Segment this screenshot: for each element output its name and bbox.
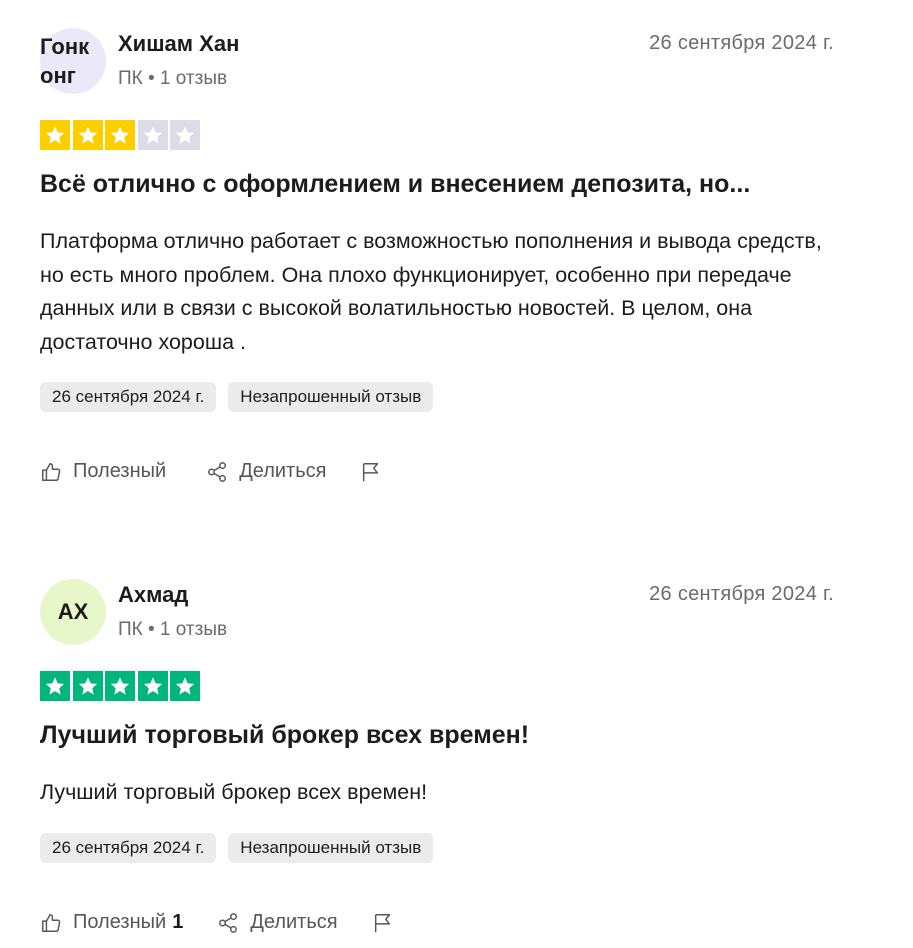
review-body: Платформа отлично работает с возможность…: [40, 229, 822, 354]
avatar-initials: AX: [57, 599, 89, 624]
flag-icon: [374, 913, 390, 932]
share-label: Делиться: [250, 911, 338, 933]
avatar[interactable]: AX: [40, 579, 106, 645]
review-actions: Полезный Делиться: [40, 460, 427, 483]
report-button[interactable]: [360, 461, 393, 483]
share-label: Делиться: [239, 460, 327, 482]
tag-date: 26 сентября 2024 г.: [40, 833, 217, 863]
review-tags: 26 сентября 2024 г. Незапрошенный отзыв: [40, 382, 434, 412]
helpful-label: Полезный: [73, 460, 167, 482]
review-title[interactable]: Лучший торговый брокер всех времен!: [40, 721, 529, 750]
reviewer-meta: ПК • 1 отзыв: [118, 619, 228, 640]
star-icon: [105, 120, 135, 150]
avatar-initials: Гонк онг: [40, 34, 90, 88]
star-icon: [40, 671, 70, 701]
helpful-count: 1: [172, 911, 184, 933]
review-body: Лучший торговый брокер всех времен!: [40, 780, 428, 804]
share-button[interactable]: Делиться: [217, 911, 338, 934]
star-icon: [72, 671, 103, 701]
helpful-label: Полезный: [73, 911, 167, 933]
reviewer-name[interactable]: Хишам Хан: [118, 31, 239, 57]
helpful-button[interactable]: Полезный 1: [40, 911, 183, 934]
review-tags: 26 сентября 2024 г. Незапрошенный отзыв: [40, 833, 434, 863]
avatar[interactable]: Гонк онг: [40, 28, 106, 94]
tag-unsolicited[interactable]: Незапрошенный отзыв: [228, 382, 434, 412]
star-icon: [170, 671, 200, 701]
star-rating: [40, 120, 203, 150]
review-date: 26 сентября 2024 г.: [649, 32, 834, 54]
review-date: 26 сентября 2024 г.: [649, 583, 834, 605]
share-button[interactable]: Делиться: [206, 460, 326, 483]
review-actions: Полезный 1 Делиться: [40, 911, 439, 934]
reviewer-name[interactable]: Ахмад: [118, 582, 188, 608]
share-icon: [208, 461, 227, 482]
report-button[interactable]: [372, 912, 405, 934]
star-icon: [40, 120, 70, 150]
review-card: AX Ахмад ПК • 1 отзыв 26 сентября 2024 г…: [40, 579, 834, 933]
review-card: Гонк онг Хишам Хан ПК • 1 отзыв 26 сентя…: [40, 28, 834, 482]
thumbs-up-icon: [42, 462, 61, 481]
star-icon: [72, 120, 103, 150]
tag-date: 26 сентября 2024 г.: [40, 382, 217, 412]
star-icon: [137, 120, 168, 150]
flag-icon: [363, 462, 379, 481]
review-header: AX Ахмад ПК • 1 отзыв 26 сентября 2024 г…: [40, 579, 834, 649]
helpful-button[interactable]: Полезный: [40, 460, 172, 483]
thumbs-up-icon: [42, 913, 61, 932]
star-icon: [170, 120, 200, 150]
tag-unsolicited[interactable]: Незапрошенный отзыв: [228, 833, 434, 863]
review-title[interactable]: Всё отлично с оформлением и внесением де…: [40, 170, 750, 199]
star-rating: [40, 671, 203, 701]
reviewer-meta: ПК • 1 отзыв: [118, 68, 228, 89]
star-icon: [105, 671, 135, 701]
review-header: Гонк онг Хишам Хан ПК • 1 отзыв 26 сентя…: [40, 28, 834, 98]
star-icon: [137, 671, 168, 701]
share-icon: [219, 912, 238, 933]
